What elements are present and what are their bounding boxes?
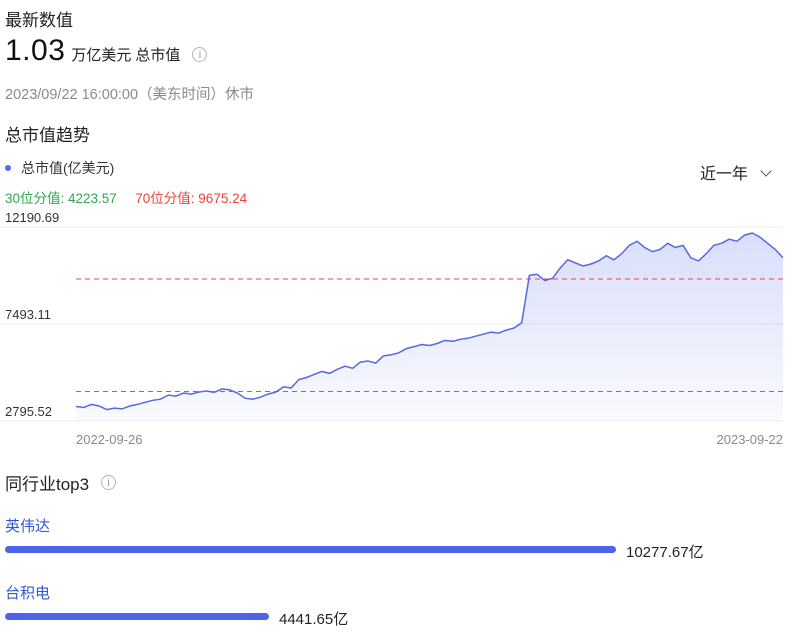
x-tick-label: 2023-09-22 xyxy=(717,432,784,447)
y-tick-label: 7493.11 xyxy=(5,307,51,322)
peer-name-tsmc[interactable]: 台积电 xyxy=(5,582,50,603)
p70-label: 70位分值: 9675.24 xyxy=(135,191,248,206)
trend-title: 总市值趋势 xyxy=(5,126,90,145)
range-selector[interactable]: 近一年 xyxy=(700,160,772,184)
info-icon[interactable]: i xyxy=(192,47,208,62)
peers-header: 同行业top3 i xyxy=(5,470,117,495)
peer-value-nvidia: 10277.67亿 xyxy=(626,544,704,561)
market-cap-unit: 万亿美元 xyxy=(71,47,132,64)
info-icon[interactable]: i xyxy=(101,475,117,490)
y-tick-label: 2795.52 xyxy=(5,404,52,419)
peer-bar-nvidia xyxy=(5,546,616,553)
percentile-row: 30位分值: 4223.57 70位分值: 9675.24 xyxy=(5,187,247,208)
legend-dot-icon xyxy=(5,165,11,171)
chart-legend: 总市值(亿美元) xyxy=(5,158,114,178)
market-cap-chart: 12190.69 7493.11 2795.52 2022-09-26 2023-09-… xyxy=(0,210,784,447)
peer-bar-tsmc xyxy=(5,613,269,620)
y-tick-label: 12190.69 xyxy=(5,210,59,225)
legend-label: 总市值(亿美元) xyxy=(21,160,115,176)
market-cap-value: 1.03 xyxy=(5,34,66,67)
p30-label: 30位分值: 4223.57 xyxy=(5,191,117,206)
series-area xyxy=(76,233,783,421)
latest-value-row: 1.03 万亿美元 总市值 i xyxy=(5,34,208,68)
peer-value-tsmc: 4441.65亿 xyxy=(279,611,349,628)
peers-title: 同行业top3 xyxy=(5,475,90,494)
chevron-down-icon xyxy=(760,165,772,177)
range-selector-label: 近一年 xyxy=(700,166,749,183)
timestamp: 2023/09/22 16:00:00（美东时间）休市 xyxy=(5,87,255,103)
peer-name-nvidia[interactable]: 英伟达 xyxy=(5,515,50,536)
latest-value-title: 最新数值 xyxy=(5,11,73,30)
x-tick-label: 2022-09-26 xyxy=(76,432,143,447)
market-cap-label: 总市值 xyxy=(135,47,181,64)
